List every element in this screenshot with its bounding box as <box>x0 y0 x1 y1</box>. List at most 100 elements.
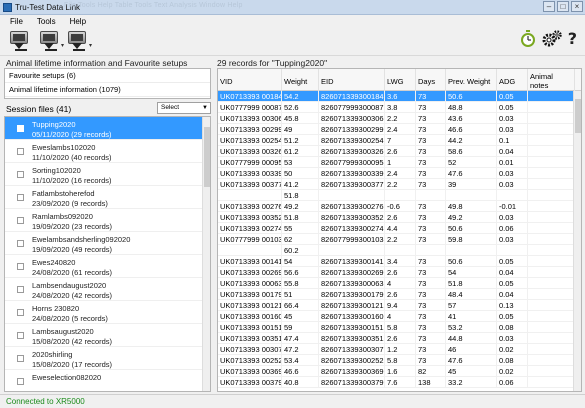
table-cell: 60.2 <box>282 245 319 256</box>
table-row[interactable]: UK0713393 00121 66.4 826071339300121 9.4 73 5… <box>218 300 581 311</box>
session-checkbox[interactable] <box>17 125 24 132</box>
maximize-button[interactable]: □ <box>557 1 569 12</box>
table-cell: 73 <box>416 344 446 355</box>
table-cell: 52.6 <box>282 102 319 113</box>
session-item[interactable]: Lambsaugust2020 15/08/2020 (42 records) <box>5 324 210 347</box>
table-row[interactable]: UK0713393 00351 47.4 826071339300351 2.6 73 4… <box>218 333 581 344</box>
column-header[interactable]: EID <box>319 69 385 91</box>
session-date-records: 24/08/2020 (61 records) <box>32 268 113 277</box>
table-cell: UK0777999 00087 <box>218 102 282 113</box>
table-row[interactable]: UK0713393 00274 55 826071339300274 4.4 73 50.… <box>218 223 581 234</box>
table-cell: 2.6 <box>385 212 416 223</box>
table-row[interactable]: 51.8 <box>218 190 581 201</box>
table-cell: UK0713393 00369 <box>218 366 282 377</box>
menu-help[interactable]: Help <box>70 17 86 26</box>
table-row[interactable]: UK0713393 00307 47.2 826071339300307 1.2 73 4… <box>218 344 581 355</box>
table-row[interactable]: UK0713393 00254 51.2 826071339300254 7 73 44.… <box>218 135 581 146</box>
table-cell: 73 <box>416 300 446 311</box>
session-checkbox[interactable] <box>17 263 24 270</box>
help-icon[interactable]: ? <box>568 29 577 48</box>
table-cell: 826071339300299 <box>319 124 385 135</box>
table-cell: 51.8 <box>446 278 497 289</box>
table-row[interactable]: UK0713393 00339 50 826071339300339 2.4 73 47.… <box>218 168 581 179</box>
table-row[interactable]: UK0713393 00252 53.4 826071339300252 5.8 73 4… <box>218 355 581 366</box>
session-item[interactable]: Fatlambstoherefod 23/09/2020 (9 records) <box>5 186 210 209</box>
table-row[interactable]: UK0713393 00063 55.8 826071339300063 4 73 51.… <box>218 278 581 289</box>
column-header[interactable]: Animal notes <box>528 69 575 91</box>
table-row[interactable]: UK0713393 00377 41.2 826071339300377 2.2 73 3… <box>218 179 581 190</box>
table-row[interactable]: UK0713393 00160 45 826071339300160 4 73 41 0.0… <box>218 311 581 322</box>
session-checkbox[interactable] <box>17 286 24 293</box>
table-cell: 826071339300352 <box>319 212 385 223</box>
session-checkbox[interactable] <box>17 309 24 316</box>
menu-tools[interactable]: Tools <box>37 17 56 26</box>
table-row[interactable]: UK0777999 00095 53 826077999300095 1 73 52 0.0… <box>218 157 581 168</box>
session-item[interactable]: Ewelambsandsherling092020 19/09/2020 (49 … <box>5 232 210 255</box>
session-item[interactable]: Lambsendaugust2020 24/08/2020 (42 records… <box>5 278 210 301</box>
table-cell: 45 <box>282 311 319 322</box>
session-item[interactable]: Eweslambs102020 11/10/2020 (40 records) <box>5 140 210 163</box>
session-checkbox[interactable] <box>17 355 24 362</box>
download-from-device-icon[interactable] <box>8 29 34 53</box>
table-row[interactable]: UK0713393 00379 40.8 826071339300379 7.6 138… <box>218 377 581 388</box>
favourite-setups-item[interactable]: Favourite setups (6) <box>5 69 210 83</box>
session-checkbox[interactable] <box>17 194 24 201</box>
sync-device-icon[interactable]: ▾ <box>66 29 92 53</box>
session-item[interactable]: Tupping2020 05/11/2020 (29 records) <box>5 117 210 140</box>
table-cell: 826071339300377 <box>319 179 385 190</box>
table-row[interactable]: UK0713393 00141 54 826071339300141 3.4 73 50.… <box>218 256 581 267</box>
table-row[interactable]: UK0713393 00276 49.2 826071339300276 -0.6 73… <box>218 201 581 212</box>
column-header[interactable]: Weight <box>282 69 319 91</box>
table-row[interactable]: UK0713393 00326 61.2 826071339300326 2.6 73 5… <box>218 146 581 157</box>
menu-file[interactable]: File <box>10 17 23 26</box>
table-row[interactable]: UK0777999 00087 52.6 826077999300087 3.8 73 4… <box>218 102 581 113</box>
table-scrollbar[interactable] <box>573 91 581 391</box>
table-row[interactable]: 60.2 <box>218 245 581 256</box>
session-checkbox[interactable] <box>17 171 24 178</box>
table-cell: UK0713393 00254 <box>218 135 282 146</box>
table-cell <box>528 124 575 135</box>
column-header[interactable]: VID <box>218 69 282 91</box>
table-row[interactable]: UK0713393 00184 54.2 826071339300184 3.6 73 5… <box>218 91 581 102</box>
session-item[interactable]: Sorting102020 11/10/2020 (16 records) <box>5 163 210 186</box>
session-checkbox[interactable] <box>17 148 24 155</box>
table-row[interactable]: UK0713393 00151 59 826071339300151 5.8 73 53.… <box>218 322 581 333</box>
session-item[interactable]: 2020shirling 15/08/2020 (17 records) <box>5 347 210 370</box>
session-checkbox[interactable] <box>17 240 24 247</box>
table-row[interactable]: UK0713393 00269 56.6 826071339300269 2.6 73 5… <box>218 267 581 278</box>
upload-to-device-icon[interactable]: ▾ <box>38 29 64 53</box>
session-list-scrollbar[interactable] <box>202 117 210 391</box>
session-select-dropdown[interactable]: Select ▼ <box>157 102 211 114</box>
session-item[interactable]: Ewes240820 24/08/2020 (61 records) <box>5 255 210 278</box>
table-cell: 0.03 <box>497 124 528 135</box>
table-cell: 826077999300087 <box>319 102 385 113</box>
table-row[interactable]: UK0713393 00179 51 826071339300179 2.6 73 48.… <box>218 289 581 300</box>
column-header[interactable]: Days <box>416 69 446 91</box>
table-cell: 1.2 <box>385 344 416 355</box>
column-header[interactable]: ADG <box>497 69 528 91</box>
animal-lifetime-item[interactable]: Animal lifetime information (1079) <box>5 83 210 97</box>
close-button[interactable]: × <box>571 1 583 12</box>
table-cell: 2.2 <box>385 234 416 245</box>
stopwatch-icon[interactable] <box>520 30 536 47</box>
table-row[interactable]: UK0713393 00352 51.8 826071339300352 2.6 73 4… <box>218 212 581 223</box>
table-cell: UK0713393 00160 <box>218 311 282 322</box>
session-item[interactable]: Eweselection082020 <box>5 370 210 391</box>
table-row[interactable]: UK0713393 00299 49 826071339300299 2.4 73 46.… <box>218 124 581 135</box>
session-checkbox[interactable] <box>17 217 24 224</box>
table-cell: 826077999300095 <box>319 157 385 168</box>
minimize-button[interactable]: – <box>543 1 555 12</box>
table-cell: 2.6 <box>385 333 416 344</box>
table-row[interactable]: UK0713393 00369 46.6 826071339300369 1.6 82 4… <box>218 366 581 377</box>
table-cell: 826071339300160 <box>319 311 385 322</box>
column-header[interactable]: Prev. Weight <box>446 69 497 91</box>
session-item[interactable]: Ramlambs092020 19/09/2020 (23 records) <box>5 209 210 232</box>
table-row[interactable]: UK0777999 00103 62 826077999300103 2.2 73 59.… <box>218 234 581 245</box>
table-row[interactable]: UK0713393 00306 45.8 826071339300306 2.2 73 4… <box>218 113 581 124</box>
column-header[interactable]: LWG <box>385 69 416 91</box>
session-checkbox[interactable] <box>17 332 24 339</box>
session-checkbox[interactable] <box>17 378 24 385</box>
session-item[interactable]: Horns 230820 24/08/2020 (5 records) <box>5 301 210 324</box>
gears-icon[interactable] <box>542 29 562 48</box>
title-bar: Tru-Test Data Link File Tools Help Table… <box>0 0 585 15</box>
